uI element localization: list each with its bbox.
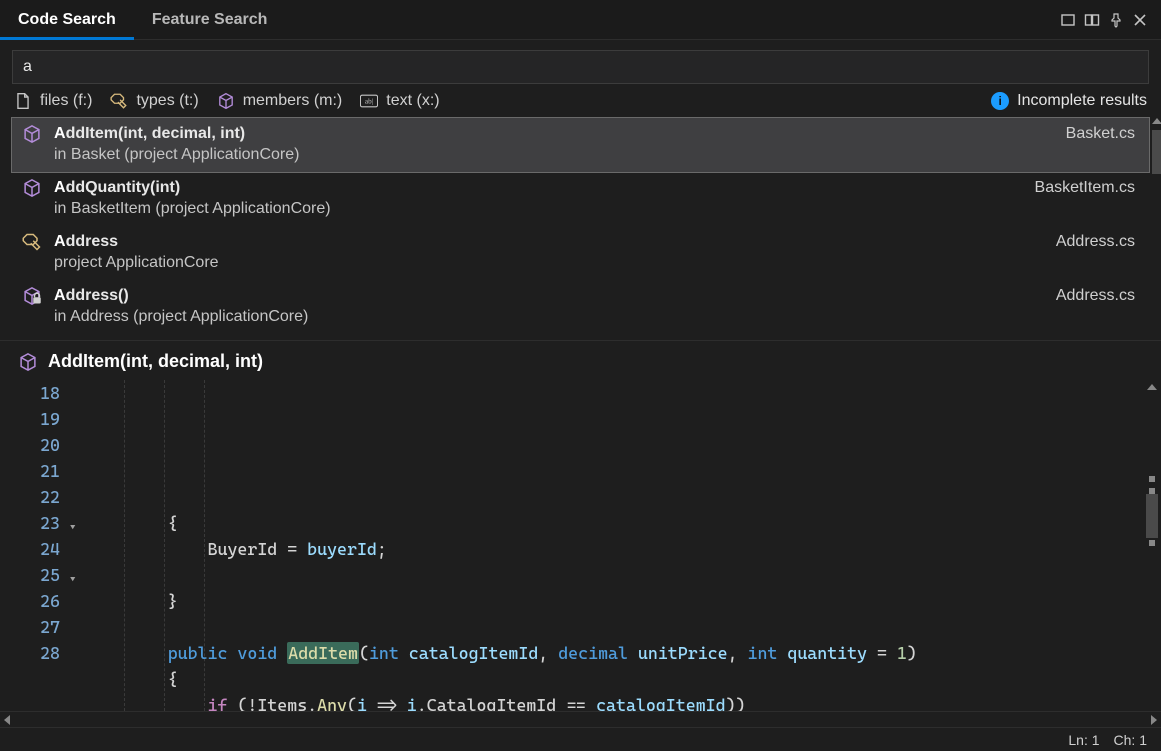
incomplete-label: Incomplete results xyxy=(1017,92,1147,110)
tab-feature-search[interactable]: Feature Search xyxy=(134,0,286,40)
code-line[interactable]: if (!Items.Any(i => i.CatalogItemId == c… xyxy=(88,692,1143,711)
filter-label: types (t:) xyxy=(136,92,198,110)
result-secondary: project ApplicationCore xyxy=(54,252,1139,272)
code-editor[interactable]: 181920212223▾2425▾262728 { BuyerId = buy… xyxy=(0,380,1161,711)
member-icon xyxy=(217,92,235,110)
close-icon[interactable] xyxy=(1129,9,1151,31)
code-line[interactable]: { xyxy=(88,666,1143,692)
class-icon xyxy=(110,92,128,110)
result-item[interactable]: Address() Address.cs in Address (project… xyxy=(12,280,1149,334)
preview-header: AddItem(int, decimal, int) xyxy=(0,340,1161,380)
line-number: 25▾ xyxy=(0,562,74,588)
file-icon xyxy=(14,92,32,110)
text-icon xyxy=(360,92,378,110)
filter-members[interactable]: members (m:) xyxy=(217,92,343,110)
info-icon: i xyxy=(991,92,1009,110)
member-icon xyxy=(18,352,38,372)
status-char: Ch: 1 xyxy=(1114,732,1147,748)
results-list: AddItem(int, decimal, int) Basket.cs in … xyxy=(12,118,1149,334)
editor-gutter: 181920212223▾2425▾262728 xyxy=(0,380,84,711)
result-file: Address.cs xyxy=(1056,233,1139,251)
line-number: 21 xyxy=(0,458,74,484)
dock-split-icon[interactable] xyxy=(1081,9,1103,31)
filter-label: files (f:) xyxy=(40,92,92,110)
editor-vertical-scrollbar[interactable] xyxy=(1143,380,1161,711)
result-primary: Address() xyxy=(54,287,1050,305)
code-line[interactable]: BuyerId = buyerId; xyxy=(88,536,1143,562)
search-row xyxy=(0,40,1161,90)
editor-horizontal-scrollbar[interactable] xyxy=(0,711,1161,727)
result-primary: AddItem(int, decimal, int) xyxy=(54,125,1060,143)
line-number: 18 xyxy=(0,380,74,406)
result-primary: Address xyxy=(54,233,1050,251)
line-number: 19 xyxy=(0,406,74,432)
filter-files[interactable]: files (f:) xyxy=(14,92,92,110)
result-item[interactable]: AddItem(int, decimal, int) Basket.cs in … xyxy=(12,118,1149,172)
line-number: 26 xyxy=(0,588,74,614)
result-primary: AddQuantity(int) xyxy=(54,179,1029,197)
search-input[interactable] xyxy=(12,50,1149,84)
preview-title: AddItem(int, decimal, int) xyxy=(48,351,263,372)
status-bar: Ln: 1 Ch: 1 xyxy=(0,727,1161,751)
cube-icon xyxy=(22,178,42,198)
result-secondary: in Basket (project ApplicationCore) xyxy=(54,144,1139,164)
tab-code-search[interactable]: Code Search xyxy=(0,0,134,40)
tab-label: Code Search xyxy=(18,11,116,29)
result-file: BasketItem.cs xyxy=(1035,179,1139,197)
result-file: Address.cs xyxy=(1056,287,1139,305)
result-file: Basket.cs xyxy=(1066,125,1139,143)
filter-label: text (x:) xyxy=(386,92,439,110)
code-line[interactable]: public void AddItem(int catalogItemId, d… xyxy=(88,640,1143,666)
line-number: 24 xyxy=(0,536,74,562)
line-number: 22 xyxy=(0,484,74,510)
filter-label: members (m:) xyxy=(243,92,343,110)
cube-lock-icon xyxy=(22,286,42,306)
incomplete-results: i Incomplete results xyxy=(991,92,1147,110)
filter-row: files (f:) types (t:) members (m:) text … xyxy=(0,90,1161,116)
result-item[interactable]: Address Address.cs project ApplicationCo… xyxy=(12,226,1149,280)
pin-icon[interactable] xyxy=(1105,9,1127,31)
code-line[interactable] xyxy=(88,562,1143,588)
line-number: 27 xyxy=(0,614,74,640)
code-line[interactable]: } xyxy=(88,588,1143,614)
line-number: 23▾ xyxy=(0,510,74,536)
result-secondary: in BasketItem (project ApplicationCore) xyxy=(54,198,1139,218)
editor-code[interactable]: { BuyerId = buyerId; } public void AddIt… xyxy=(84,380,1143,711)
classhex-icon xyxy=(22,232,42,252)
filter-text[interactable]: text (x:) xyxy=(360,92,439,110)
line-number: 20 xyxy=(0,432,74,458)
code-line[interactable]: { xyxy=(88,510,1143,536)
dock-single-icon[interactable] xyxy=(1057,9,1079,31)
result-secondary: in Address (project ApplicationCore) xyxy=(54,306,1139,326)
result-item[interactable]: AddQuantity(int) BasketItem.cs in Basket… xyxy=(12,172,1149,226)
cube-icon xyxy=(22,124,42,144)
code-line[interactable] xyxy=(88,614,1143,640)
results-scrollbar[interactable] xyxy=(1151,118,1161,174)
filter-types[interactable]: types (t:) xyxy=(110,92,198,110)
line-number: 28 xyxy=(0,640,74,666)
status-line: Ln: 1 xyxy=(1068,732,1099,748)
tab-bar: Code Search Feature Search xyxy=(0,0,1161,40)
tab-label: Feature Search xyxy=(152,11,268,29)
